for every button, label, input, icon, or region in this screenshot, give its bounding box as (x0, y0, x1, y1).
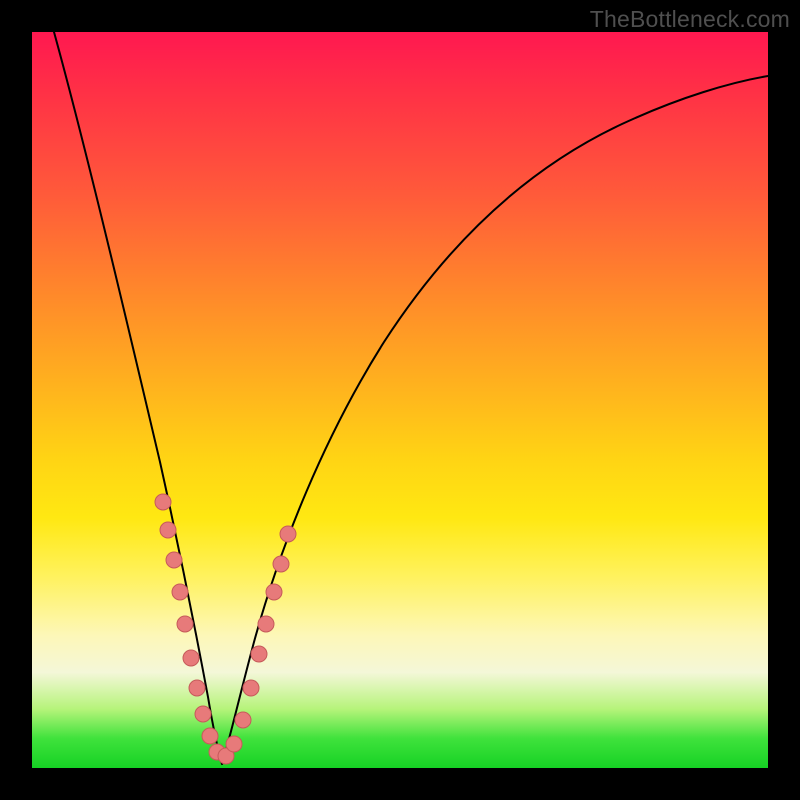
curve-right (222, 76, 768, 764)
plot-area (32, 32, 768, 768)
chart-frame: TheBottleneck.com (0, 0, 800, 800)
bottleneck-curve (54, 32, 768, 764)
watermark-text: TheBottleneck.com (590, 6, 790, 33)
curve-svg (32, 32, 768, 768)
